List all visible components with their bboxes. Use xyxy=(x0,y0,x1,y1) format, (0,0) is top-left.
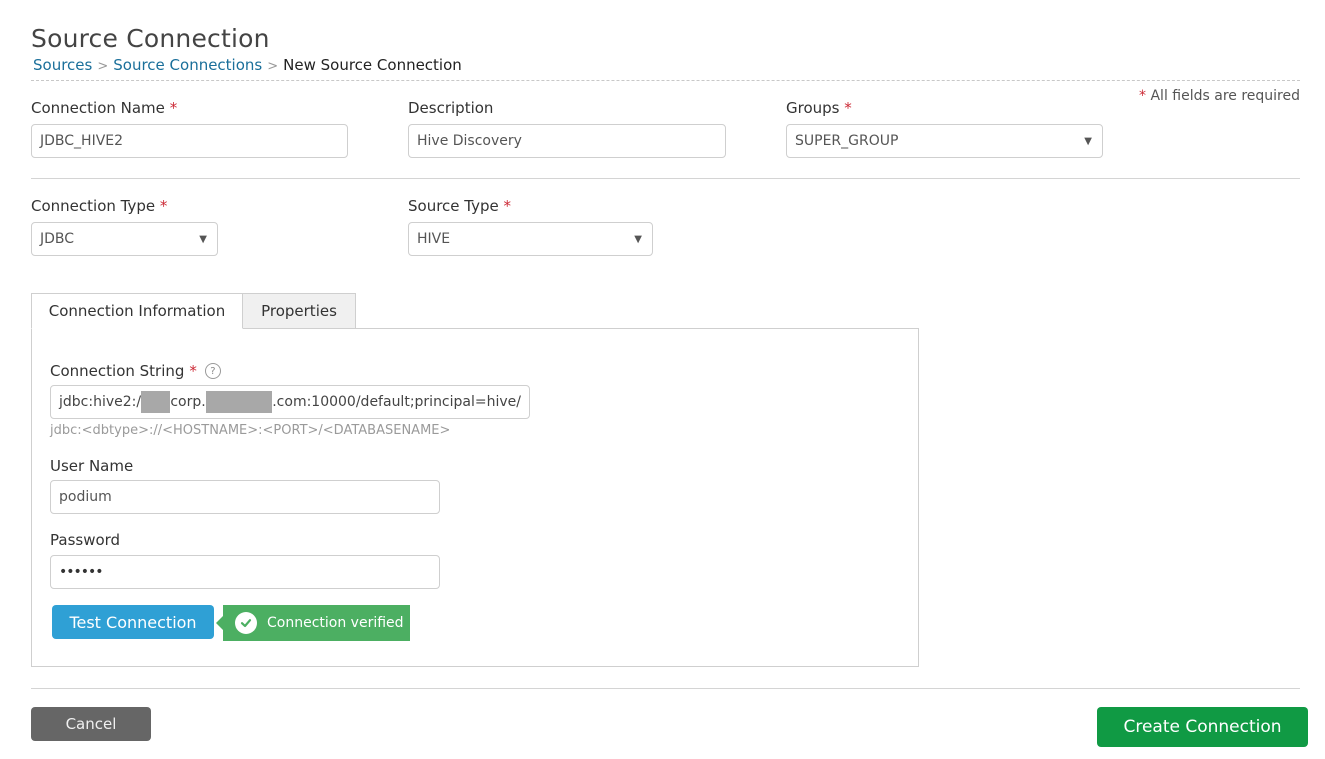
source-type-label-text: Source Type xyxy=(408,197,499,215)
chevron-down-icon: ▼ xyxy=(1084,135,1092,147)
connection-string-input[interactable]: jdbc:hive2:/ corp. .com:10000/default;prin… xyxy=(50,385,530,419)
required-asterisk: * xyxy=(159,197,168,215)
footer-divider xyxy=(31,688,1300,689)
description-label-text: Description xyxy=(408,99,494,117)
connection-name-input[interactable]: JDBC_HIVE2 xyxy=(31,124,348,158)
password-value: •••••• xyxy=(59,564,104,580)
required-asterisk: * xyxy=(189,362,197,380)
groups-value: SUPER_GROUP xyxy=(795,133,899,149)
redacted-block xyxy=(141,391,171,413)
verified-message: Connection verified xyxy=(267,615,404,631)
description-label: Description xyxy=(408,99,493,117)
groups-select[interactable]: SUPER_GROUP ▼ xyxy=(786,124,1103,158)
connection-name-label: Connection Name * xyxy=(31,99,177,117)
connection-string-label: Connection String * ? xyxy=(50,362,221,380)
required-asterisk: * xyxy=(844,99,852,117)
connection-string-prefix: jdbc:hive2:/ xyxy=(59,394,142,410)
connection-string-hint: jdbc:<dbtype>://<HOSTNAME>:<PORT>/<DATAB… xyxy=(50,423,451,438)
required-note-text: All fields are required xyxy=(1150,88,1300,104)
connection-verified-badge: Connection verified xyxy=(223,605,410,641)
breadcrumb-current: New Source Connection xyxy=(283,56,462,74)
help-icon[interactable]: ? xyxy=(204,363,221,379)
source-type-label: Source Type * xyxy=(408,197,511,215)
create-connection-button[interactable]: Create Connection xyxy=(1097,707,1308,747)
connection-type-label: Connection Type * xyxy=(31,197,167,215)
description-input[interactable]: Hive Discovery xyxy=(408,124,726,158)
section-divider xyxy=(31,178,1300,179)
source-type-value: HIVE xyxy=(417,231,451,247)
connection-type-select[interactable]: JDBC ▼ xyxy=(31,222,218,256)
cancel-button[interactable]: Cancel xyxy=(31,707,151,741)
page-title: Source Connection xyxy=(31,24,270,53)
tab-label: Properties xyxy=(261,302,337,320)
breadcrumb: Sources > Source Connections > New Source Co… xyxy=(33,56,462,74)
required-asterisk: * xyxy=(1139,88,1147,104)
required-asterisk: * xyxy=(169,99,178,117)
user-name-value: podium xyxy=(59,489,112,505)
password-label: Password xyxy=(50,531,121,549)
tab-properties[interactable]: Properties xyxy=(242,293,356,329)
connection-type-label-text: Connection Type xyxy=(31,197,156,215)
breadcrumb-separator: > xyxy=(267,59,279,74)
required-note: * All fields are required xyxy=(1139,88,1300,104)
header-divider xyxy=(31,80,1300,81)
chevron-down-icon: ▼ xyxy=(199,233,207,245)
test-connection-button[interactable]: Test Connection xyxy=(52,605,214,639)
redacted-block xyxy=(205,391,273,413)
source-type-select[interactable]: HIVE ▼ xyxy=(408,222,653,256)
verified-pointer xyxy=(216,616,223,630)
tab-connection-information[interactable]: Connection Information xyxy=(31,293,243,329)
breadcrumb-separator: > xyxy=(97,59,109,74)
tab-label: Connection Information xyxy=(48,302,226,320)
user-name-input[interactable]: podium xyxy=(50,480,440,514)
groups-label: Groups * xyxy=(786,99,852,117)
description-value: Hive Discovery xyxy=(417,133,522,149)
connection-name-value: JDBC_HIVE2 xyxy=(40,133,124,149)
connection-string-middle: corp. xyxy=(170,394,206,410)
password-input[interactable]: •••••• xyxy=(50,555,440,589)
connection-type-value: JDBC xyxy=(40,231,75,247)
groups-label-text: Groups xyxy=(786,99,840,117)
chevron-down-icon: ▼ xyxy=(634,233,642,245)
required-asterisk: * xyxy=(503,197,512,215)
connection-string-label-text: Connection String xyxy=(50,362,185,380)
check-circle-icon xyxy=(235,612,257,634)
breadcrumb-sources[interactable]: Sources xyxy=(33,56,92,74)
user-name-label: User Name xyxy=(50,457,134,475)
breadcrumb-source-connections[interactable]: Source Connections xyxy=(113,56,262,74)
connection-name-label-text: Connection Name xyxy=(31,99,165,117)
connection-string-suffix: .com:10000/default;principal=hive/ xyxy=(272,394,521,410)
